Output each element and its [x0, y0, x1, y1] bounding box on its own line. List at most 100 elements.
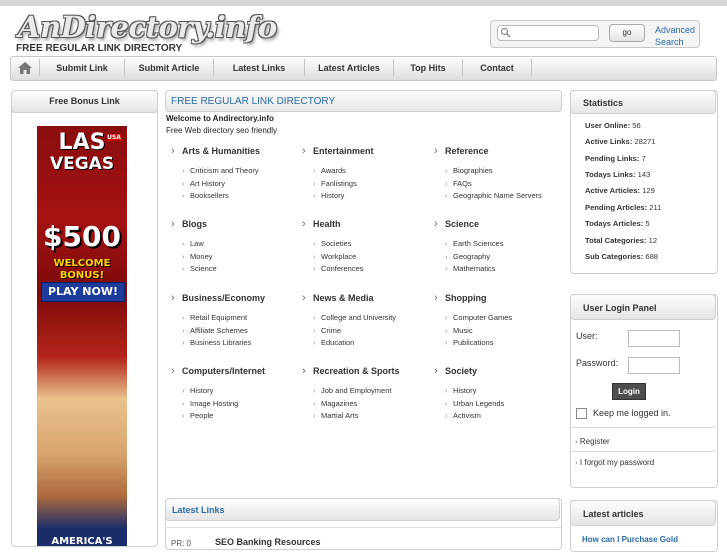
directory-title: FREE REGULAR LINK DIRECTORY: [171, 96, 336, 107]
nav-contact[interactable]: Contact: [463, 56, 531, 80]
subcategory-link[interactable]: Law: [182, 238, 296, 251]
subcategory-link[interactable]: History: [313, 190, 427, 203]
subcategory-link[interactable]: Image Hosting: [182, 398, 296, 411]
stat-value: 56: [632, 121, 641, 130]
search-input[interactable]: [497, 25, 599, 41]
login-button[interactable]: Login: [612, 383, 646, 400]
statistics-panel: [570, 90, 718, 274]
subcategory-link[interactable]: Fanlistings: [313, 178, 427, 191]
category-link[interactable]: News & Media: [302, 290, 427, 306]
subcategory-link[interactable]: Workplace: [313, 251, 427, 264]
subcategory-link[interactable]: Awards: [313, 165, 427, 178]
latest-link-title[interactable]: SEO Banking Resources: [215, 537, 321, 547]
stat-label: Pending Articles:: [585, 203, 648, 212]
remember-me-checkbox[interactable]: [576, 408, 587, 419]
nav-submit-article[interactable]: Submit Article: [125, 56, 213, 80]
subcategory-link[interactable]: Criticism and Theory: [182, 165, 296, 178]
category-news-media: News & Media College and University Crim…: [302, 290, 427, 350]
subcategory-link[interactable]: Education: [313, 337, 427, 350]
search-go-button[interactable]: go: [609, 24, 645, 42]
stat-active-links: Active Links: 28271: [585, 137, 656, 146]
subcategory-link[interactable]: Music: [445, 325, 559, 338]
stat-active-articles: Active Articles: 129: [585, 186, 655, 195]
stat-todays-links: Todays Links: 143: [585, 170, 650, 179]
subcategory-link[interactable]: Conferences: [313, 263, 427, 276]
subcategory-link[interactable]: History: [445, 385, 559, 398]
casino-banner-ad[interactable]: LAS VEGAS USA $500 WELCOME BONUS! PLAY N…: [37, 126, 127, 546]
password-label: Password:: [576, 358, 619, 368]
subcategory-link[interactable]: Magazines: [313, 398, 427, 411]
category-link[interactable]: Arts & Humanities: [171, 143, 296, 159]
nav-latest-articles[interactable]: Latest Articles: [305, 56, 393, 80]
password-field[interactable]: [628, 357, 680, 374]
subcategory-link[interactable]: Martial Arts: [313, 410, 427, 423]
subcategory-link[interactable]: Activism: [445, 410, 559, 423]
subcategory-link[interactable]: Art History: [182, 178, 296, 191]
forgot-password-link[interactable]: › I forgot my password: [575, 458, 654, 467]
category-link[interactable]: Business/Economy: [171, 290, 296, 306]
subcategory-link[interactable]: Retail Equipment: [182, 312, 296, 325]
subcategory-link[interactable]: Computer Games: [445, 312, 559, 325]
stat-value: 5: [645, 219, 650, 228]
stat-label: Todays Links:: [585, 170, 636, 179]
welcome-subtitle: Free Web directory seo friendly: [166, 126, 278, 135]
site-tagline: FREE REGULAR LINK DIRECTORY: [16, 43, 183, 54]
register-link[interactable]: › Register: [575, 437, 610, 446]
category-health: Health Societies Workplace Conferences: [302, 216, 427, 276]
stat-label: Active Articles:: [585, 186, 641, 195]
subcategory-link[interactable]: College and University: [313, 312, 427, 325]
nav-submit-link[interactable]: Submit Link: [40, 56, 124, 80]
site-logo[interactable]: AnDirectory.info: [18, 10, 277, 44]
category-computers-internet: Computers/Internet History Image Hosting…: [171, 363, 296, 423]
category-link[interactable]: Computers/Internet: [171, 363, 296, 379]
category-link[interactable]: Health: [302, 216, 427, 232]
latest-links-title: Latest Links: [165, 498, 560, 521]
stat-pending-links: Pending Links: 7: [585, 154, 646, 163]
nav-separator: [531, 59, 532, 76]
subcategory-link[interactable]: Crime: [313, 325, 427, 338]
subcategory-link[interactable]: Biographies: [445, 165, 559, 178]
advanced-search-line2: Search: [655, 37, 684, 47]
latest-articles-title: Latest articles: [570, 500, 716, 526]
subcategory-link[interactable]: Booksellers: [182, 190, 296, 203]
category-blogs: Blogs Law Money Science: [171, 216, 296, 276]
subcategory-link[interactable]: Mathematics: [445, 263, 559, 276]
subcategory-link[interactable]: Societies: [313, 238, 427, 251]
category-link[interactable]: Reference: [434, 143, 559, 159]
nav-top-hits[interactable]: Top Hits: [394, 56, 462, 80]
subcategory-link[interactable]: Urban Legends: [445, 398, 559, 411]
subcategory-link[interactable]: Earth Sciences: [445, 238, 559, 251]
category-link[interactable]: Science: [434, 216, 559, 232]
stat-todays-articles: Todays Articles: 5: [585, 219, 650, 228]
subcategory-link[interactable]: People: [182, 410, 296, 423]
subcategory-link[interactable]: Business Libraries: [182, 337, 296, 350]
advanced-search-link[interactable]: Advanced Search: [655, 24, 703, 48]
ad-amount: $500: [43, 220, 121, 253]
latest-article-link[interactable]: How can I Purchase Gold: [582, 535, 678, 544]
category-link[interactable]: Entertainment: [302, 143, 427, 159]
category-society: Society History Urban Legends Activism: [434, 363, 559, 423]
search-icon: [500, 27, 511, 38]
nav-home[interactable]: [12, 58, 38, 78]
ad-play-now-button[interactable]: PLAY NOW!: [41, 282, 125, 302]
stat-value: 129: [642, 186, 655, 195]
nav-latest-links[interactable]: Latest Links: [214, 56, 304, 80]
subcategory-link[interactable]: Affiliate Schemes: [182, 325, 296, 338]
subcategory-link[interactable]: Geography: [445, 251, 559, 264]
user-label: User:: [576, 331, 598, 341]
subcategory-link[interactable]: FAQs: [445, 178, 559, 191]
subcategory-link[interactable]: Geographic Name Servers: [445, 190, 559, 203]
subcategory-link[interactable]: History: [182, 385, 296, 398]
subcategory-link[interactable]: Money: [182, 251, 296, 264]
stat-users-online: User Online: 56: [585, 121, 641, 130]
username-field[interactable]: [628, 330, 680, 347]
category-link[interactable]: Recreation & Sports: [302, 363, 427, 379]
statistics-title: Statistics: [570, 90, 716, 114]
category-link[interactable]: Blogs: [171, 216, 296, 232]
subcategory-link[interactable]: Publications: [445, 337, 559, 350]
category-link[interactable]: Society: [434, 363, 559, 379]
subcategory-link[interactable]: Science: [182, 263, 296, 276]
category-link[interactable]: Shopping: [434, 290, 559, 306]
category-business-economy: Business/Economy Retail Equipment Affili…: [171, 290, 296, 350]
subcategory-link[interactable]: Job and Employment: [313, 385, 427, 398]
